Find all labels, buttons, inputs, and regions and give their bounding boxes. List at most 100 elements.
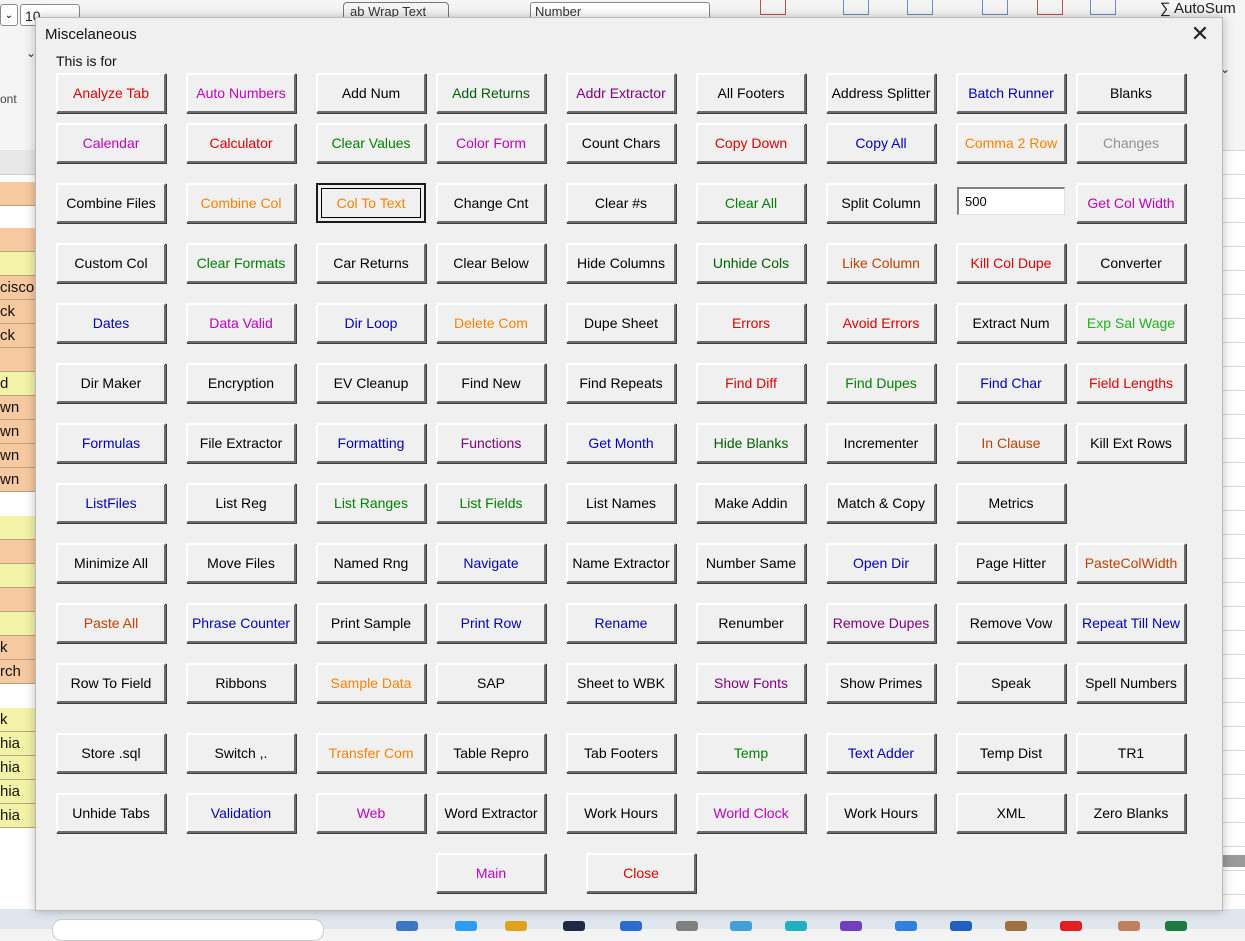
hide-columns-button[interactable]: Hide Columns [566, 243, 676, 283]
delete-com-button[interactable]: Delete Com [436, 303, 546, 343]
name-extractor-button[interactable]: Name Extractor [566, 543, 676, 583]
add-num-button[interactable]: Add Num [316, 73, 426, 113]
taskbar-app-icon[interactable] [895, 921, 917, 931]
style-icon[interactable] [907, 0, 933, 15]
count-chars-button[interactable]: Count Chars [566, 123, 676, 163]
incrementer-button[interactable]: Incrementer [826, 423, 936, 463]
speak-button[interactable]: Speak [956, 663, 1066, 703]
main-button[interactable]: Main [436, 853, 546, 893]
encryption-button[interactable]: Encryption [186, 363, 296, 403]
named-rng-button[interactable]: Named Rng [316, 543, 426, 583]
sheet-cell[interactable] [0, 612, 35, 636]
sheet-cell[interactable]: cisco [0, 276, 35, 300]
close-icon[interactable]: ✕ [1188, 22, 1212, 46]
kill-col-dupe-button[interactable]: Kill Col Dupe [956, 243, 1066, 283]
sheet-cell[interactable] [0, 348, 35, 372]
clear-all-button[interactable]: Clear All [696, 183, 806, 223]
sheet-cell[interactable] [0, 228, 35, 252]
tr1-button[interactable]: TR1 [1076, 733, 1186, 773]
formulas-button[interactable]: Formulas [56, 423, 166, 463]
sheet-cell[interactable]: hia [0, 780, 35, 804]
extract-num-button[interactable]: Extract Num [956, 303, 1066, 343]
sheet-cell[interactable]: wn [0, 396, 35, 420]
taskbar-excel-icon[interactable] [1165, 921, 1187, 931]
batch-runner-button[interactable]: Batch Runner [956, 73, 1066, 113]
blanks-button[interactable]: Blanks [1076, 73, 1186, 113]
repeat-till-new-button[interactable]: Repeat Till New [1076, 603, 1186, 643]
change-cnt-button[interactable]: Change Cnt [436, 183, 546, 223]
split-column-button[interactable]: Split Column [826, 183, 936, 223]
transfer-com-button[interactable]: Transfer Com [316, 733, 426, 773]
match-copy-button[interactable]: Match & Copy [826, 483, 936, 523]
data-valid-button[interactable]: Data Valid [186, 303, 296, 343]
paste-all-button[interactable]: Paste All [56, 603, 166, 643]
sheet-cell[interactable]: d [0, 372, 35, 396]
like-column-button[interactable]: Like Column [826, 243, 936, 283]
color-form-button[interactable]: Color Form [436, 123, 546, 163]
sheet-cell[interactable] [0, 252, 35, 276]
clear-below-button[interactable]: Clear Below [436, 243, 546, 283]
clear-formats-button[interactable]: Clear Formats [186, 243, 296, 283]
world-clock-button[interactable]: World Clock [696, 793, 806, 833]
delete-cells-icon[interactable] [1037, 0, 1063, 15]
sheet-to-wbk-button[interactable]: Sheet to WBK [566, 663, 676, 703]
navigate-button[interactable]: Navigate [436, 543, 546, 583]
move-files-button[interactable]: Move Files [186, 543, 296, 583]
taskbar-app-icon[interactable] [620, 921, 642, 931]
taskbar-app-icon[interactable] [785, 921, 807, 931]
in-clause-button[interactable]: In Clause [956, 423, 1066, 463]
get-month-button[interactable]: Get Month [566, 423, 676, 463]
sheet-cell[interactable] [0, 516, 35, 540]
taskbar-search-box[interactable] [52, 919, 324, 941]
sheet-cell[interactable] [0, 588, 35, 612]
list-ranges-button[interactable]: List Ranges [316, 483, 426, 523]
temp-button[interactable]: Temp [696, 733, 806, 773]
address-splitter-button[interactable]: Address Splitter [826, 73, 936, 113]
sheet-cell[interactable]: wn [0, 468, 35, 492]
combine-files-button[interactable]: Combine Files [56, 183, 166, 223]
clear-s-button[interactable]: Clear #s [566, 183, 676, 223]
converter-button[interactable]: Converter [1076, 243, 1186, 283]
page-hitter-button[interactable]: Page Hitter [956, 543, 1066, 583]
hide-blanks-button[interactable]: Hide Blanks [696, 423, 806, 463]
file-extractor-button[interactable]: File Extractor [186, 423, 296, 463]
taskbar-app-icon[interactable] [563, 921, 585, 931]
addr-extractor-button[interactable]: Addr Extractor [566, 73, 676, 113]
validation-button[interactable]: Validation [186, 793, 296, 833]
make-addin-button[interactable]: Make Addin [696, 483, 806, 523]
dates-button[interactable]: Dates [56, 303, 166, 343]
switch-button[interactable]: Switch ,. [186, 733, 296, 773]
sheet-cell[interactable]: k [0, 708, 35, 732]
spell-numbers-button[interactable]: Spell Numbers [1076, 663, 1186, 703]
print-row-button[interactable]: Print Row [436, 603, 546, 643]
minimize-all-button[interactable]: Minimize All [56, 543, 166, 583]
remove-vow-button[interactable]: Remove Vow [956, 603, 1066, 643]
auto-numbers-button[interactable]: Auto Numbers [186, 73, 296, 113]
errors-button[interactable]: Errors [696, 303, 806, 343]
listfiles-button[interactable]: ListFiles [56, 483, 166, 523]
show-fonts-button[interactable]: Show Fonts [696, 663, 806, 703]
taskbar-app-icon[interactable] [840, 921, 862, 931]
metrics-button[interactable]: Metrics [956, 483, 1066, 523]
insert-cells-icon[interactable] [982, 0, 1008, 15]
list-reg-button[interactable]: List Reg [186, 483, 296, 523]
col-to-text-button[interactable]: Col To Text [316, 183, 426, 223]
car-returns-button[interactable]: Car Returns [316, 243, 426, 283]
sample-data-button[interactable]: Sample Data [316, 663, 426, 703]
sheet-cell[interactable]: wn [0, 420, 35, 444]
formatting-button[interactable]: Formatting [316, 423, 426, 463]
insert-icon[interactable] [760, 0, 786, 15]
sheet-cell[interactable]: wn [0, 444, 35, 468]
find-new-button[interactable]: Find New [436, 363, 546, 403]
remove-dupes-button[interactable]: Remove Dupes [826, 603, 936, 643]
work-hours-button[interactable]: Work Hours [826, 793, 936, 833]
find-diff-button[interactable]: Find Diff [696, 363, 806, 403]
word-extractor-button[interactable]: Word Extractor [436, 793, 546, 833]
column-width-input[interactable] [957, 187, 1065, 215]
find-dupes-button[interactable]: Find Dupes [826, 363, 936, 403]
close-button[interactable]: Close [586, 853, 696, 893]
calendar-button[interactable]: Calendar [56, 123, 166, 163]
taskbar-app-icon[interactable] [730, 921, 752, 931]
all-footers-button[interactable]: All Footers [696, 73, 806, 113]
show-primes-button[interactable]: Show Primes [826, 663, 936, 703]
